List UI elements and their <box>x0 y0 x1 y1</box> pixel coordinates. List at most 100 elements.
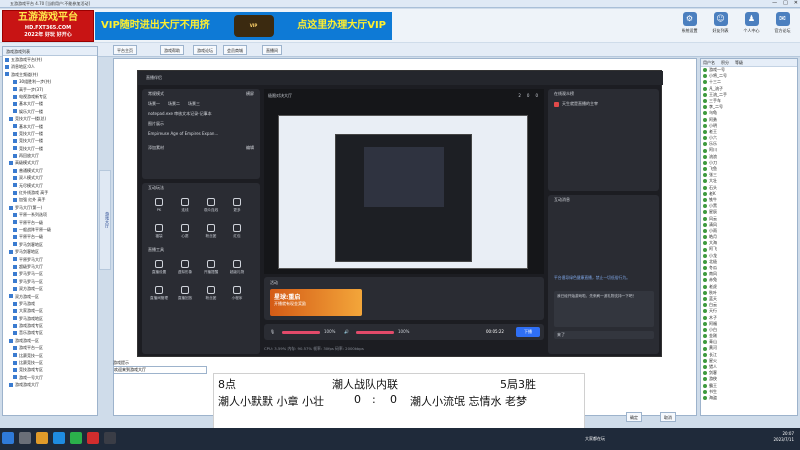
tree-item[interactable]: 超级罗马大厅 <box>3 263 97 270</box>
tree-item[interactable]: 比赛竞技一区 <box>3 352 97 359</box>
tree-item[interactable]: 电视游戏新专区 <box>3 93 97 100</box>
tool-item[interactable]: 更多 <box>226 195 248 217</box>
tab-shop[interactable]: 会员商城 <box>223 45 247 55</box>
tree-item[interactable]: 高手一步(37) <box>3 86 97 93</box>
source-item[interactable]: notepad.exe 审核文本记录-记事本 <box>142 109 260 119</box>
game-icon[interactable] <box>87 432 99 444</box>
tree-item[interactable]: 30组胜利一步(共) <box>3 78 97 85</box>
mic-icon[interactable]: 🎙 <box>270 324 275 340</box>
tool-item[interactable]: 福袋 <box>148 221 170 243</box>
tree-item[interactable]: 双方游戏一区 <box>3 285 97 292</box>
tree-item[interactable]: 平原罗马大厅 <box>3 256 97 263</box>
tree-item[interactable]: 平原一系列选项 <box>3 211 97 218</box>
tool-item[interactable]: 连线 <box>174 195 196 217</box>
end-live-button[interactable]: 下播 <box>516 327 540 337</box>
lobby-vertical-tab[interactable]: 游戏大厅 <box>99 170 111 270</box>
clock[interactable]: 20:07 2023/7/11 <box>773 431 794 443</box>
tree-item[interactable]: 罗马罗马一区 <box>3 278 97 285</box>
confirm-button[interactable]: 确定 <box>626 412 642 422</box>
tree-item[interactable]: 加强 红外 高手 <box>3 196 97 203</box>
tool-item[interactable]: 小程序 <box>226 283 248 305</box>
tree-item[interactable]: 竞技大厅一楼(总) <box>3 115 97 122</box>
tree-item[interactable]: 罗马大厅(第一) <box>3 204 97 211</box>
source-item[interactable]: Empireuse Age of Empires Expan... <box>142 129 260 139</box>
edit-source-button[interactable]: 编辑 <box>246 143 254 153</box>
tree-item[interactable]: 双方游戏一区 <box>3 293 97 300</box>
mic-slider[interactable] <box>282 330 320 334</box>
tool-item[interactable]: 粉丝团 <box>200 283 222 305</box>
tree-item[interactable]: 游戏主频道(共) <box>3 71 97 78</box>
tree-item[interactable]: 平原平台一级 <box>3 219 97 226</box>
tool-item[interactable]: 观众连线 <box>200 195 222 217</box>
tree-item[interactable]: 基本大厅一楼 <box>3 100 97 107</box>
tool-item[interactable]: 直播回放 <box>174 283 196 305</box>
scene-tab-2[interactable]: 场景二 <box>168 99 180 109</box>
tree-item[interactable]: 基本大厅一楼 <box>3 123 97 130</box>
vip-ad-banner[interactable]: VIP随时进出大厅不用挤 VIP 点这里办理大厅VIP <box>95 12 392 40</box>
event-promo[interactable]: 星球:重启 开播就有现金奖励 <box>270 289 362 316</box>
tree-item[interactable]: 游戏游戏一区 <box>3 337 97 344</box>
tree-item[interactable]: 竞技大厅一楼 <box>3 145 97 152</box>
tab-help[interactable]: 游戏帮助 <box>160 45 184 55</box>
tab-forum[interactable]: 游戏论坛 <box>193 45 217 55</box>
forum-button[interactable]: ✉ 官方论坛 <box>769 10 796 40</box>
tree-item[interactable]: 竞技大厅一楼 <box>3 137 97 144</box>
cancel-button[interactable]: 取消 <box>660 412 676 422</box>
folder-icon[interactable] <box>36 432 48 444</box>
tree-item[interactable]: 罗马剑客地区 <box>3 248 97 255</box>
tree-item[interactable]: 娱乐大厅一楼 <box>3 108 97 115</box>
tree-item[interactable]: 再回放大厅 <box>3 152 97 159</box>
scene-tab-1[interactable]: 场景一 <box>148 99 160 109</box>
tree-item[interactable]: 竞技大厅一楼 <box>3 130 97 137</box>
tree-item[interactable]: 平原平台一级 <box>3 233 97 240</box>
tree-item[interactable]: 红外线游戏 高手 <box>3 189 97 196</box>
tool-item[interactable]: 粉丝团 <box>200 221 222 243</box>
tree-item[interactable]: 消息地区:0人 <box>3 63 97 70</box>
tree-item[interactable]: 竞技游戏专区 <box>3 366 97 373</box>
tree-item[interactable]: 游戏游戏大厅 <box>3 381 97 388</box>
tree-item[interactable]: 罗马游戏地区 <box>3 315 97 322</box>
tree-item[interactable]: 游戏一号大厅 <box>3 374 97 381</box>
start-icon[interactable] <box>2 432 14 444</box>
tool-item[interactable]: 超级礼物 <box>226 257 248 279</box>
tool-item[interactable]: 直播设置 <box>148 257 170 279</box>
friends-button[interactable]: ☺ 好友列表 <box>707 10 734 40</box>
list-item[interactable]: 海盗 <box>701 395 797 401</box>
layout-toggle[interactable]: 横屏 <box>246 89 254 99</box>
tool-item[interactable]: 虚拟形象 <box>174 257 196 279</box>
tree-item[interactable]: 音乐游戏专区 <box>3 329 97 336</box>
user-center-button[interactable]: ♟ 个人中心 <box>738 10 765 40</box>
tree-item[interactable]: 罗马游戏 <box>3 300 97 307</box>
wechat-icon[interactable] <box>70 432 82 444</box>
audience-row[interactable]: 天生就是直播的主宰 <box>548 99 659 109</box>
tool-item[interactable]: PK <box>148 195 170 217</box>
tree-item[interactable]: 游戏平台一区 <box>3 344 97 351</box>
tree-item[interactable]: 普通模式大厅 <box>3 167 97 174</box>
live-app-icon[interactable] <box>104 432 116 444</box>
tree-item[interactable]: 双人模式大厅 <box>3 174 97 181</box>
search-icon[interactable] <box>19 432 31 444</box>
tree-item[interactable]: 罗马剑客地区 <box>3 241 97 248</box>
speaker-icon[interactable]: 🔊 <box>344 324 349 340</box>
tree-item[interactable]: 游戏游戏专区 <box>3 322 97 329</box>
browser-icon[interactable] <box>53 432 65 444</box>
add-source-button[interactable]: 添加素材 <box>148 143 164 153</box>
scene-tab-3[interactable]: 场景三 <box>188 99 200 109</box>
tool-item[interactable]: 心愿 <box>174 221 196 243</box>
speaker-slider[interactable] <box>356 330 394 334</box>
tab-home[interactable]: 平台主页 <box>113 45 137 55</box>
tree-item[interactable]: 比赛竞技一区 <box>3 359 97 366</box>
tree-item[interactable]: 高级模式大厅 <box>3 159 97 166</box>
tool-item[interactable]: 直播间管理 <box>148 283 170 305</box>
tree-item[interactable]: 大家游戏一区 <box>3 307 97 314</box>
tree-item[interactable]: 一般战阵平原一级 <box>3 226 97 233</box>
tree-item[interactable]: 罗马罗马一区 <box>3 270 97 277</box>
system-settings-button[interactable]: ⚙ 系统设置 <box>676 10 703 40</box>
source-item[interactable]: 图片展示 <box>142 119 260 129</box>
chat-reply[interactable]: 来了 <box>554 331 654 339</box>
maximize-icon[interactable]: □ <box>783 0 788 8</box>
tool-item[interactable]: 开播提醒 <box>200 257 222 279</box>
chat-input[interactable] <box>113 366 207 374</box>
tool-item[interactable]: 红包 <box>226 221 248 243</box>
close-icon[interactable]: ✕ <box>794 0 798 8</box>
